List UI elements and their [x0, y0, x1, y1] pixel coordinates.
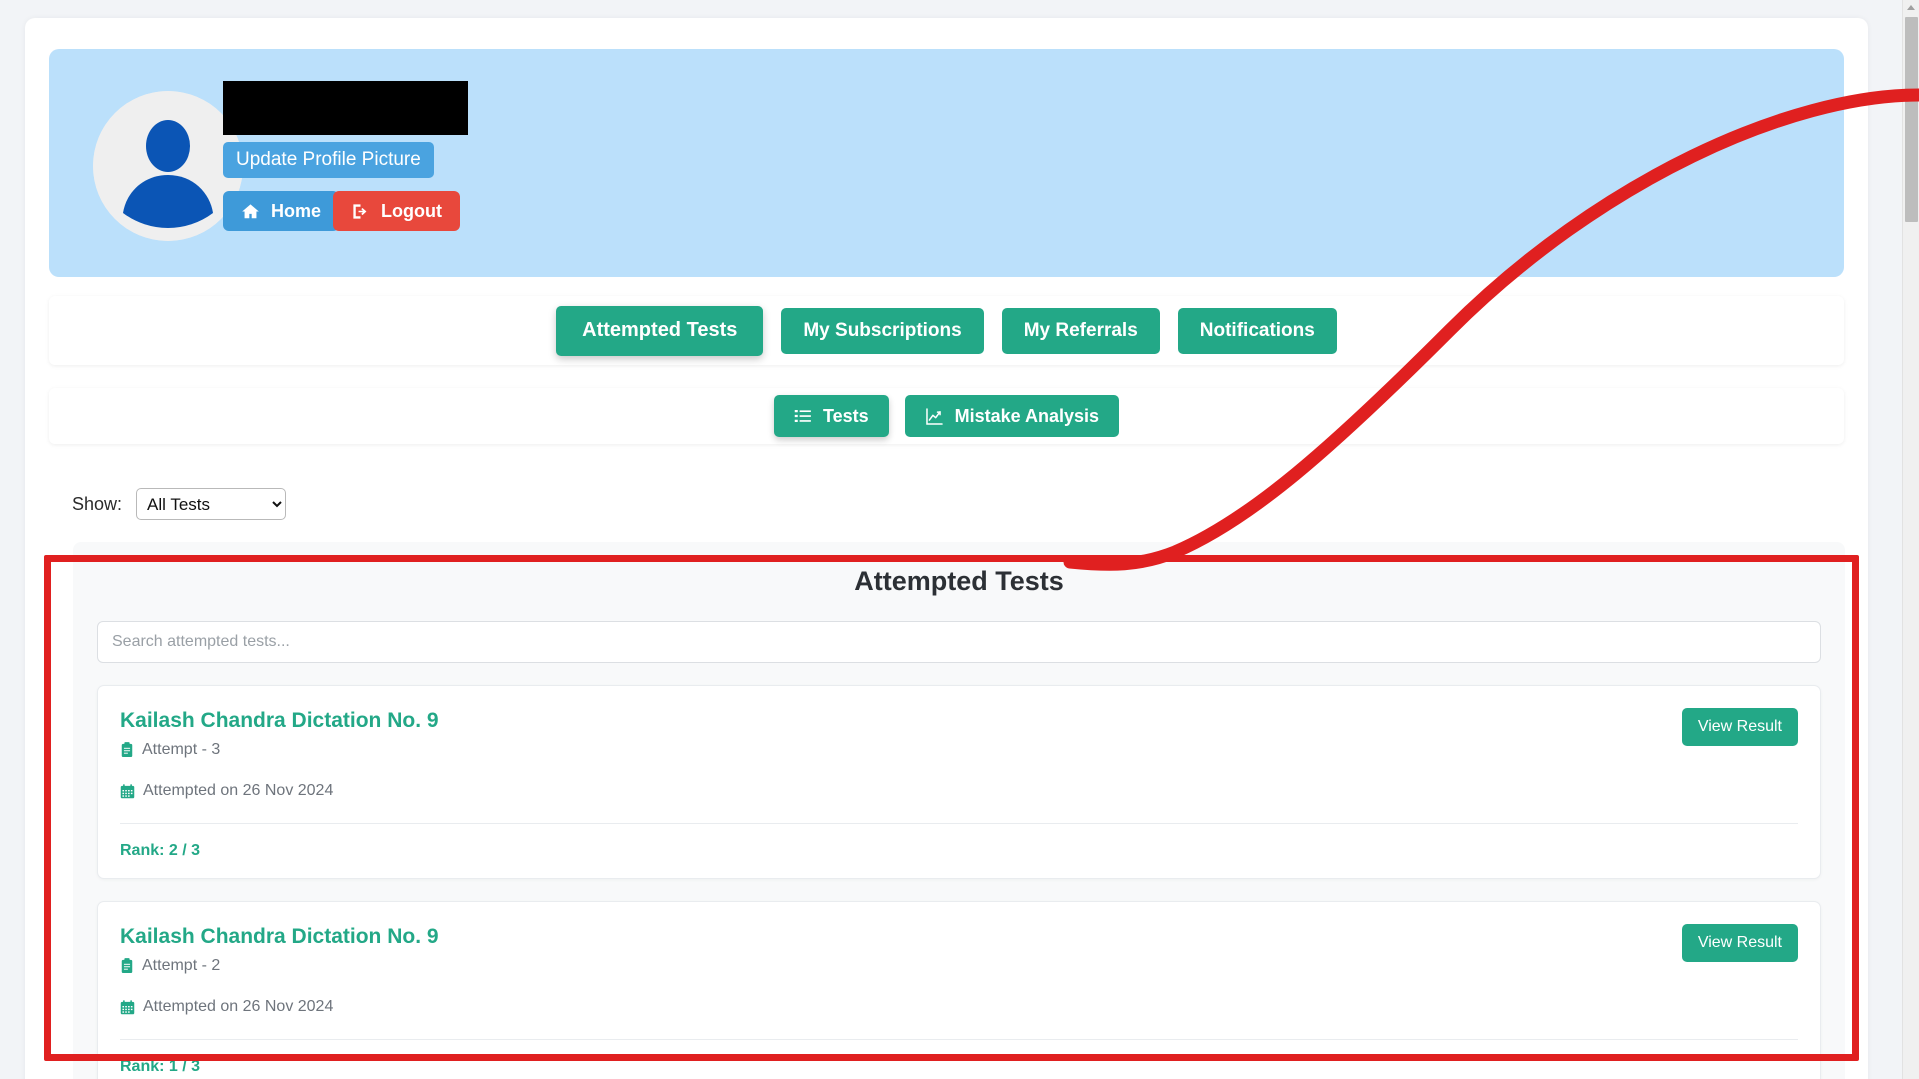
logout-button[interactable]: Logout: [333, 191, 460, 231]
scroll-up-arrow-icon[interactable]: [1907, 5, 1915, 10]
page-title: Attempted Tests: [97, 566, 1821, 597]
user-name-redacted: [223, 81, 468, 135]
profile-header: Update Profile Picture Home Logout: [49, 49, 1844, 277]
attempt-row: Attempt - 2: [120, 957, 1798, 975]
attempted-tests-section: Attempted Tests Kailash Chandra Dictatio…: [73, 542, 1845, 1079]
update-profile-picture-button[interactable]: Update Profile Picture: [223, 142, 434, 178]
search-input[interactable]: [97, 621, 1821, 663]
calendar-icon: [120, 1000, 135, 1015]
filter-label: Show:: [72, 494, 122, 515]
home-icon: [241, 202, 260, 221]
secondary-nav-panel: Tests Mistake Analysis: [49, 388, 1844, 444]
test-title: Kailash Chandra Dictation No. 9: [120, 708, 1798, 733]
tab-tests[interactable]: Tests: [774, 395, 889, 437]
filter-row: Show: All Tests: [72, 488, 286, 520]
show-filter-select[interactable]: All Tests: [136, 488, 286, 520]
tab-my-referrals[interactable]: My Referrals: [1002, 308, 1160, 354]
tab-mistake-analysis[interactable]: Mistake Analysis: [905, 395, 1119, 437]
test-title: Kailash Chandra Dictation No. 9: [120, 924, 1798, 949]
clipboard-icon: [120, 742, 134, 758]
avatar: [93, 91, 243, 241]
home-button-label: Home: [271, 201, 321, 222]
chart-line-icon: [925, 407, 944, 426]
attempt-text: Attempt - 3: [142, 741, 220, 759]
tab-mistake-analysis-label: Mistake Analysis: [955, 406, 1099, 427]
page-container: Update Profile Picture Home Logout: [25, 18, 1868, 1079]
primary-nav-panel: Attempted Tests My Subscriptions My Refe…: [49, 296, 1844, 365]
vertical-scrollbar[interactable]: [1902, 0, 1919, 1079]
view-result-button[interactable]: View Result: [1682, 708, 1798, 746]
calendar-icon: [120, 784, 135, 799]
logout-button-label: Logout: [381, 201, 442, 222]
table-row: Kailash Chandra Dictation No. 9 Attempt …: [97, 901, 1821, 1079]
divider: [120, 823, 1798, 824]
divider: [120, 1039, 1798, 1040]
rank-text: Rank: 1 / 3: [120, 1058, 1798, 1076]
attempted-date-row: Attempted on 26 Nov 2024: [120, 782, 1798, 800]
attempt-text: Attempt - 2: [142, 957, 220, 975]
logout-icon: [351, 202, 370, 221]
tab-tests-label: Tests: [823, 406, 869, 427]
table-row: Kailash Chandra Dictation No. 9 Attempt …: [97, 685, 1821, 879]
screen: Update Profile Picture Home Logout: [0, 0, 1919, 1079]
user-avatar-icon: [93, 91, 243, 241]
attempted-date-text: Attempted on 26 Nov 2024: [143, 998, 333, 1016]
rank-text: Rank: 2 / 3: [120, 842, 1798, 860]
attempt-row: Attempt - 3: [120, 741, 1798, 759]
attempted-date-text: Attempted on 26 Nov 2024: [143, 782, 333, 800]
clipboard-icon: [120, 958, 134, 974]
tab-my-subscriptions[interactable]: My Subscriptions: [781, 308, 983, 354]
home-button[interactable]: Home: [223, 191, 339, 231]
attempted-date-row: Attempted on 26 Nov 2024: [120, 998, 1798, 1016]
list-icon: [794, 407, 812, 425]
tab-notifications[interactable]: Notifications: [1178, 308, 1337, 354]
tab-attempted-tests[interactable]: Attempted Tests: [556, 306, 763, 356]
view-result-button[interactable]: View Result: [1682, 924, 1798, 962]
scrollbar-thumb[interactable]: [1905, 17, 1918, 222]
